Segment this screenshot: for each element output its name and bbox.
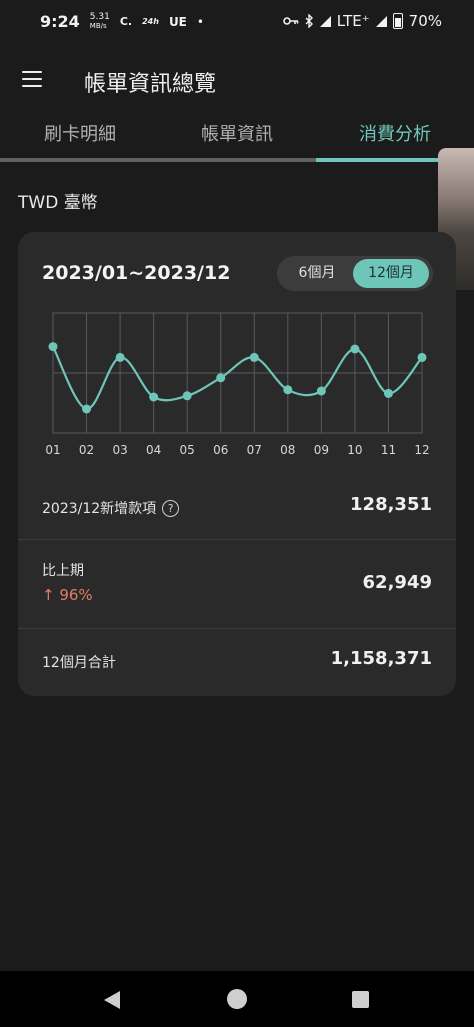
toggle-6-months[interactable]: 6個月 bbox=[281, 259, 353, 288]
chart-x-tick-label: 05 bbox=[180, 443, 195, 457]
page-title: 帳單資訊總覽 bbox=[84, 72, 217, 97]
chart-point-02[interactable] bbox=[82, 404, 92, 414]
chart-point-03[interactable] bbox=[115, 352, 125, 362]
signal-icon-2 bbox=[375, 15, 387, 27]
notification-dot-icon: • bbox=[196, 14, 204, 29]
notification-icon-ue: UE bbox=[168, 14, 187, 29]
chart-point-10[interactable] bbox=[350, 344, 360, 354]
total-value: 1,158,371 bbox=[330, 648, 432, 669]
divider bbox=[18, 539, 456, 540]
toggle-12-months[interactable]: 12個月 bbox=[353, 259, 429, 288]
date-range: 2023/01~2023/12 bbox=[42, 262, 231, 284]
chart-point-08[interactable] bbox=[283, 385, 293, 395]
chart-point-06[interactable] bbox=[216, 373, 226, 383]
spending-line-chart: 01 02 03 04 05 06 07 08 09 10 11 12 bbox=[45, 312, 430, 457]
divider bbox=[18, 628, 456, 629]
system-nav-bar bbox=[0, 971, 474, 1027]
chart-x-tick-label: 12 bbox=[414, 443, 429, 457]
help-icon[interactable]: ? bbox=[162, 500, 180, 517]
chart-x-tick-label: 02 bbox=[79, 443, 94, 457]
battery-level: 70% bbox=[408, 12, 442, 30]
chart-x-tick-label: 01 bbox=[45, 443, 60, 457]
home-icon[interactable] bbox=[227, 989, 247, 1009]
chart-x-tick-label: 07 bbox=[247, 443, 262, 457]
chart-x-tick-label: 08 bbox=[280, 443, 295, 457]
status-time: 9:24 bbox=[40, 12, 80, 31]
net-speed-unit: MB/s bbox=[89, 21, 107, 30]
tab-bar: 刷卡明細 帳單資訊 消費分析 bbox=[0, 110, 474, 162]
chart-point-07[interactable] bbox=[249, 352, 259, 362]
spending-summary-card: 2023/01~2023/12 6個月 12個月 01 02 03 04 05 06 07 0… bbox=[18, 232, 456, 696]
tab-bill-info[interactable]: 帳單資訊 bbox=[201, 120, 273, 146]
tab-spending-analysis[interactable]: 消費分析 bbox=[359, 120, 431, 146]
hamburger-menu-icon[interactable] bbox=[22, 71, 42, 87]
compare-label: 比上期 bbox=[42, 563, 84, 579]
chart-point-05[interactable] bbox=[182, 391, 192, 401]
chart-x-tick-label: 10 bbox=[347, 443, 362, 457]
net-speed-value: 5.31 bbox=[89, 11, 110, 22]
chart-point-09[interactable] bbox=[316, 386, 326, 396]
total-label: 12個月合計 bbox=[42, 655, 116, 671]
chart-x-tick-label: 09 bbox=[314, 443, 329, 457]
tab-card-details[interactable]: 刷卡明細 bbox=[44, 120, 116, 146]
status-bar-right: LTE⁺ 70% bbox=[282, 12, 442, 30]
net-speed: 5.31 MB/s bbox=[89, 11, 110, 31]
vpn-key-icon bbox=[282, 17, 299, 25]
chart-x-tick-label: 03 bbox=[112, 443, 127, 457]
tab-track bbox=[0, 158, 316, 162]
chart-point-01[interactable] bbox=[48, 342, 58, 352]
chart-x-tick-label: 06 bbox=[213, 443, 228, 457]
chart-series-line bbox=[52, 346, 423, 411]
recents-icon[interactable] bbox=[352, 991, 369, 1008]
chart-x-tick-label: 04 bbox=[146, 443, 161, 457]
compare-value: 62,949 bbox=[362, 572, 432, 593]
signal-icon bbox=[319, 15, 331, 27]
status-bar: 9:24 5.31 MB/s C. 24h UE • LTE⁺ 70% bbox=[0, 0, 474, 46]
new-amount-label-wrap: 2023/12新增款項? bbox=[42, 498, 180, 518]
chart-x-tick-label: 11 bbox=[381, 443, 396, 457]
new-amount-value: 128,351 bbox=[350, 494, 432, 515]
compare-change: ↑ 96% bbox=[42, 586, 93, 604]
chart-point-11[interactable] bbox=[383, 388, 393, 398]
chart-point-12[interactable] bbox=[417, 352, 427, 362]
app-bar: 帳單資訊總覽 bbox=[0, 56, 474, 106]
bluetooth-icon bbox=[305, 14, 313, 28]
chart-point-04[interactable] bbox=[149, 392, 159, 402]
notification-icon-c: C. bbox=[119, 15, 133, 28]
currency-label: TWD 臺幣 bbox=[18, 193, 98, 213]
notification-icon-24h: 24h bbox=[142, 17, 159, 26]
new-amount-label: 2023/12新增款項 bbox=[42, 501, 157, 517]
battery-icon bbox=[392, 13, 403, 29]
network-type: LTE⁺ bbox=[336, 12, 370, 30]
back-icon[interactable] bbox=[104, 991, 120, 1009]
period-toggle: 6個月 12個月 bbox=[277, 256, 433, 291]
status-bar-left: 9:24 5.31 MB/s C. 24h UE • bbox=[40, 12, 204, 31]
